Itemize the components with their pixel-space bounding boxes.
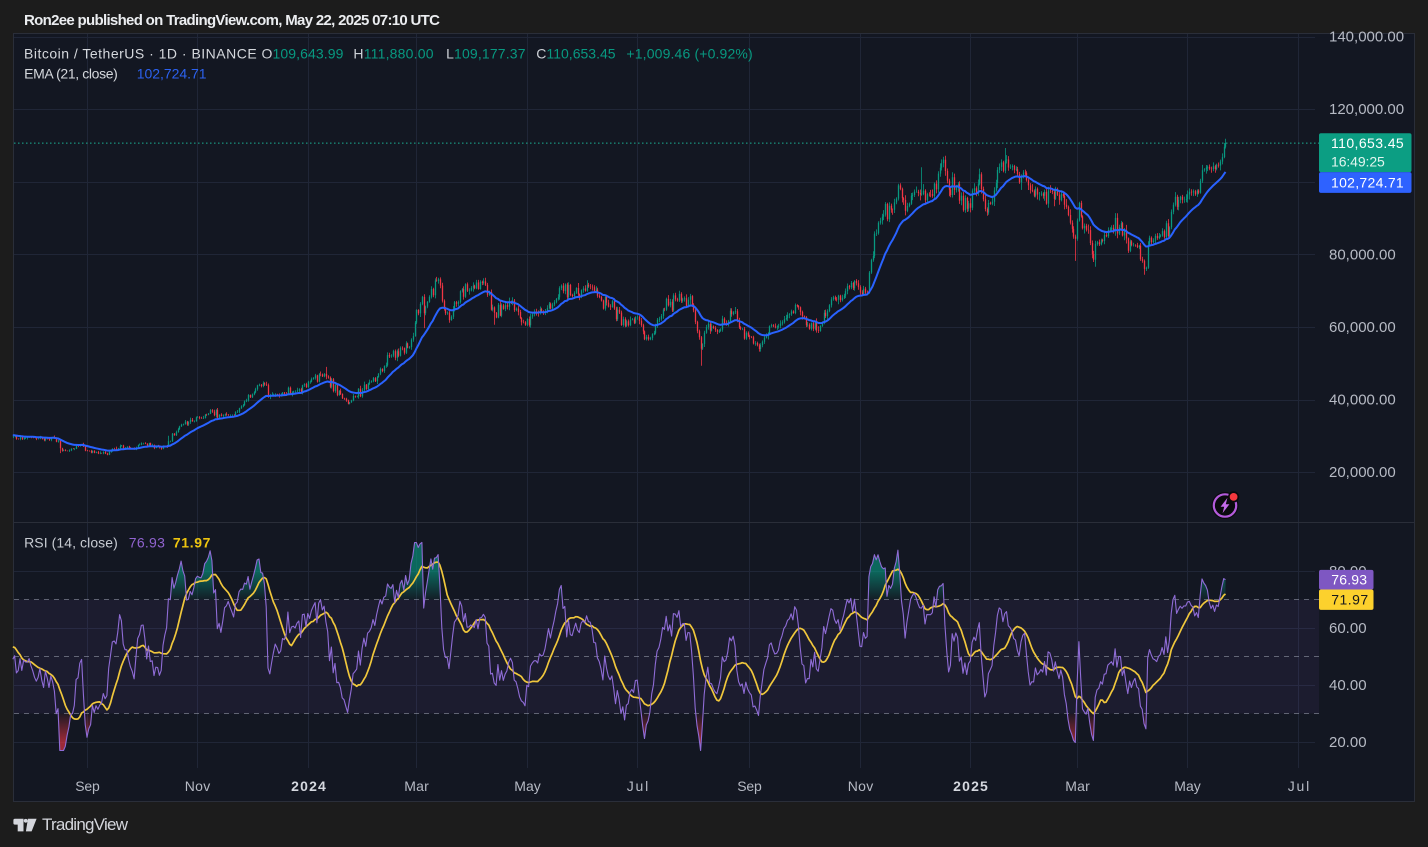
svg-text:L109,177.37: L109,177.37: [446, 46, 526, 62]
svg-text:20.00: 20.00: [1329, 734, 1367, 751]
svg-text:16:49:25: 16:49:25: [1331, 154, 1385, 170]
svg-text:2025: 2025: [953, 778, 988, 794]
svg-text:20,000.00: 20,000.00: [1329, 464, 1396, 481]
svg-text:102,724.71: 102,724.71: [137, 66, 207, 82]
svg-text:Nov: Nov: [848, 778, 874, 794]
svg-text:Ron2ee published on TradingVie: Ron2ee published on TradingView.com, May…: [24, 12, 440, 29]
svg-text:Sep: Sep: [75, 778, 100, 794]
svg-text:80,000.00: 80,000.00: [1329, 246, 1396, 263]
svg-text:Nov: Nov: [185, 778, 211, 794]
svg-text:TradingView: TradingView: [42, 815, 129, 834]
svg-text:76.93: 76.93: [129, 534, 165, 550]
svg-text:Sep: Sep: [737, 778, 762, 794]
svg-text:71.97: 71.97: [173, 534, 211, 550]
svg-text:C110,653.45: C110,653.45: [536, 46, 616, 62]
svg-text:60,000.00: 60,000.00: [1329, 319, 1396, 336]
svg-text:76.93: 76.93: [1331, 572, 1367, 588]
svg-text:120,000.00: 120,000.00: [1329, 101, 1404, 118]
svg-text:71.97: 71.97: [1331, 592, 1368, 608]
svg-text:O109,643.99: O109,643.99: [262, 46, 344, 62]
svg-text:May: May: [514, 778, 541, 794]
svg-text:+1,009.46 (+0.92%): +1,009.46 (+0.92%): [626, 46, 752, 62]
svg-text:Bitcoin / TetherUS · 1D · BINA: Bitcoin / TetherUS · 1D · BINANCE: [24, 46, 257, 62]
svg-text:H111,880.00: H111,880.00: [353, 46, 433, 62]
svg-text:Jul: Jul: [627, 778, 649, 794]
svg-text:40,000.00: 40,000.00: [1329, 392, 1396, 409]
svg-text:2024: 2024: [291, 778, 326, 794]
svg-text:40.00: 40.00: [1329, 677, 1367, 694]
svg-text:Mar: Mar: [404, 778, 429, 794]
svg-text:Mar: Mar: [1065, 778, 1090, 794]
svg-text:60.00: 60.00: [1329, 620, 1367, 637]
svg-text:Jul: Jul: [1288, 778, 1310, 794]
svg-text:May: May: [1174, 778, 1201, 794]
svg-text:110,653.45: 110,653.45: [1331, 135, 1404, 151]
svg-text:RSI (14, close): RSI (14, close): [24, 534, 118, 550]
svg-text:102,724.71: 102,724.71: [1331, 175, 1404, 191]
svg-text:140,000.00: 140,000.00: [1329, 29, 1404, 46]
svg-text:EMA (21, close): EMA (21, close): [24, 66, 118, 82]
